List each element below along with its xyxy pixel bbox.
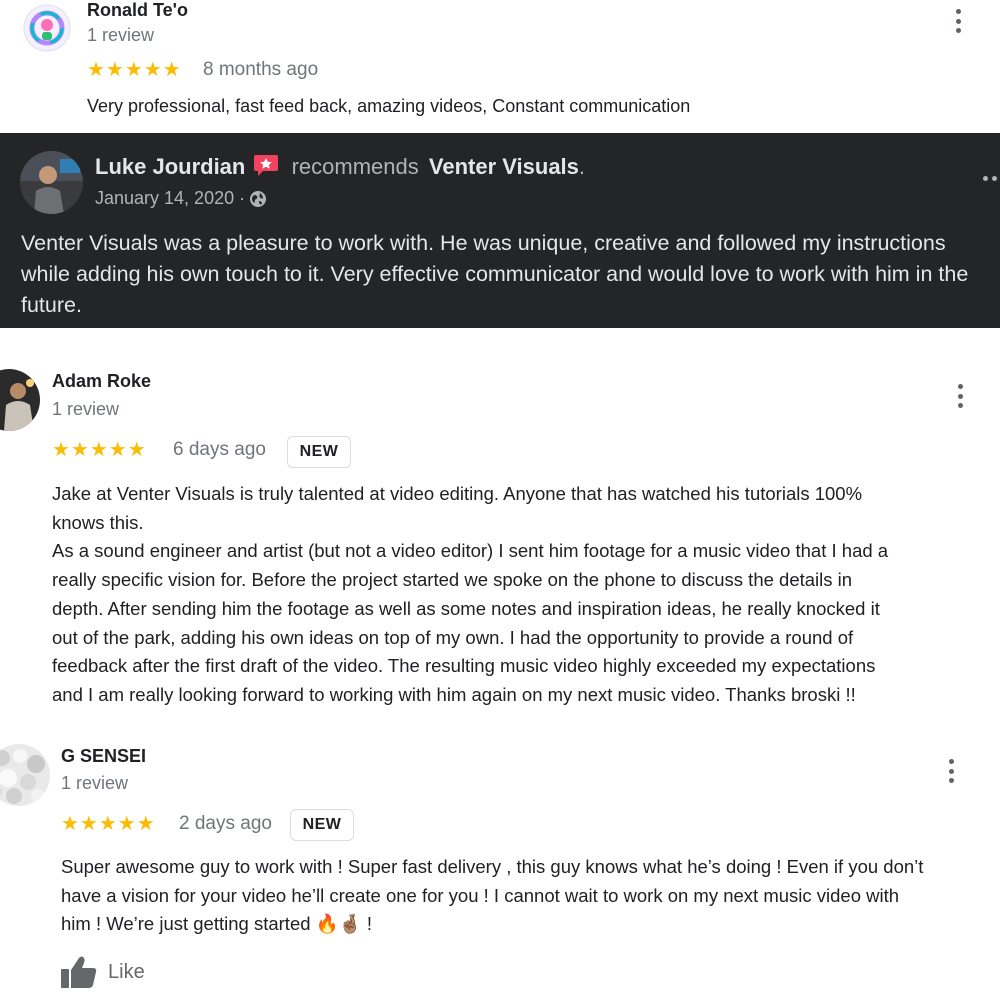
recommended-page-name[interactable]: Venter Visuals [429,154,579,179]
review-text: Very professional, fast feed back, amazi… [87,96,691,116]
review-count[interactable]: 1 review [52,399,119,420]
post-date-row: January 14, 2020 · [95,188,267,209]
review-age: 2 days ago [179,813,272,834]
reviewer-name[interactable]: Ronald Te'o [87,0,188,21]
thumbs-up-icon [60,955,98,989]
recommend-icon [253,153,279,183]
review-age: 6 days ago [173,439,266,460]
star-rating: ★★★★★ [61,813,156,835]
review-age: 8 months ago [203,59,319,80]
review-text: Super awesome guy to work with ! Super f… [61,856,924,935]
more-options-icon[interactable] [950,382,970,410]
avatar-luke[interactable] [20,151,83,214]
new-badge: NEW [290,809,354,841]
avatar-adam[interactable] [0,369,40,431]
more-options-icon[interactable] [941,757,961,785]
recommends-text: recommends [291,154,419,179]
review-text: Jake at Venter Visuals is truly talented… [52,483,889,705]
review-count[interactable]: 1 review [61,773,128,794]
recommender-name[interactable]: Luke Jourdian [95,154,245,179]
new-badge: NEW [287,436,351,468]
reviewer-name[interactable]: G SENSEI [61,746,146,767]
review-count[interactable]: 1 review [87,25,154,46]
reviewer-name[interactable]: Adam Roke [52,371,151,392]
avatar-g-sensei[interactable] [0,744,50,806]
recommendation-text: Venter Visuals was a pleasure to work wi… [21,231,969,317]
recommendation-headline: Luke Jourdian recommends Venter Visuals. [95,153,585,183]
globe-icon [249,190,267,208]
more-options-icon[interactable] [948,7,968,35]
headline-period: . [578,154,586,179]
post-date[interactable]: January 14, 2020 · [95,188,245,209]
like-label: Like [108,960,145,983]
avatar-ronald[interactable] [23,4,71,52]
star-rating: ★★★★★ [87,59,182,81]
more-options-icon[interactable] [983,176,1000,181]
star-rating: ★★★★★ [52,439,147,461]
like-button[interactable]: Like [60,955,145,989]
